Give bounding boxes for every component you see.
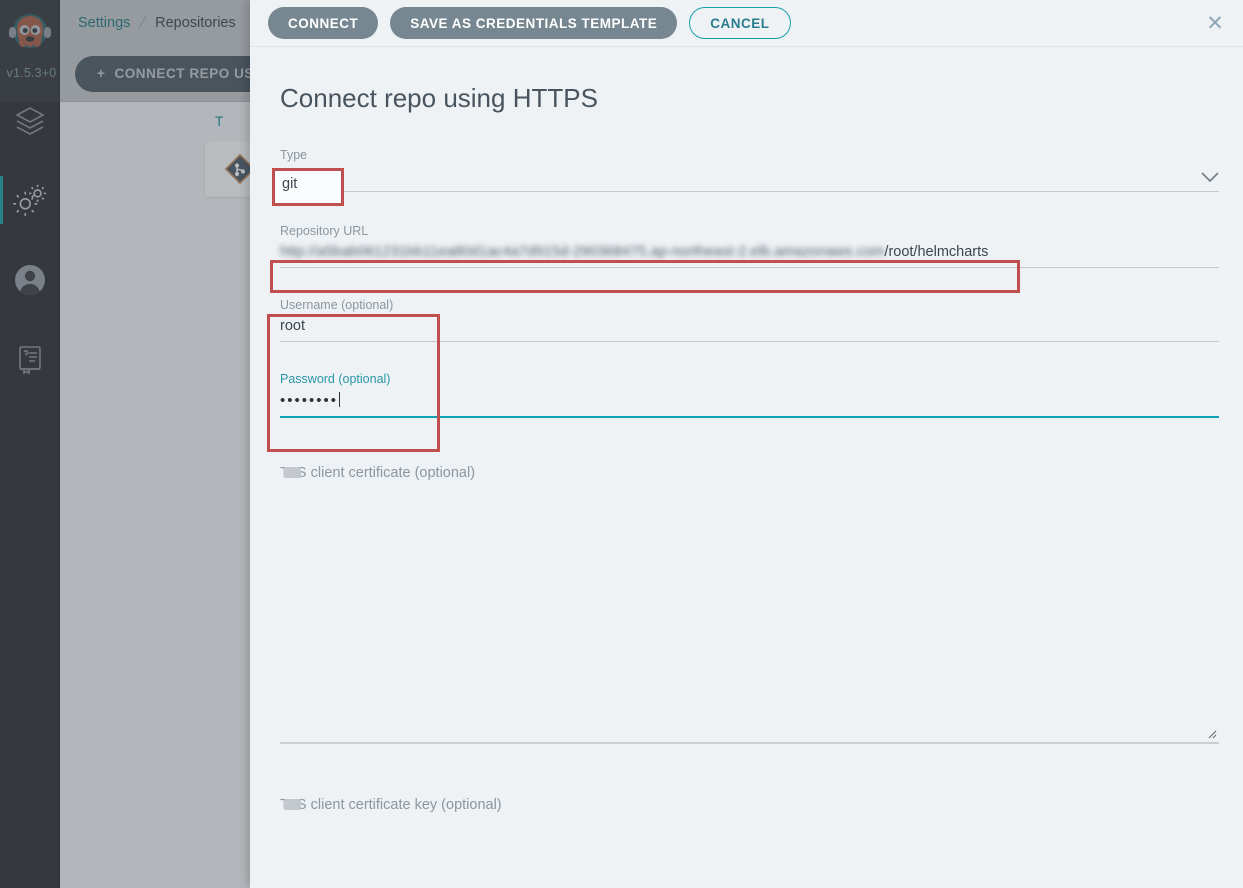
close-icon[interactable]: ✕ [1201, 9, 1229, 37]
username-input[interactable]: root [280, 318, 1219, 341]
save-as-credentials-template-button[interactable]: SAVE AS CREDENTIALS TEMPLATE [390, 7, 678, 39]
screen: v1.5.3+0 Settings / Repositories + CONNE… [0, 0, 1243, 888]
overlay-dim[interactable] [0, 0, 250, 888]
username-field-group: Username (optional) root [280, 298, 1219, 342]
password-input[interactable]: •••••••• [280, 392, 1219, 416]
tls-cert-key-field-label: TLS client certificate key (optional) [280, 797, 502, 813]
username-field-label: Username (optional) [280, 298, 394, 312]
redaction-smudge-icon-2 [284, 799, 301, 810]
connect-button[interactable]: CONNECT [268, 7, 379, 39]
password-field-label: Password (optional) [280, 372, 391, 386]
tls-cert-textarea[interactable] [280, 482, 1219, 744]
repo-url-redacted-part: http://a5bab061231bb11ea80d1ac4a7d915d-2… [280, 244, 885, 260]
password-field-underline [280, 416, 1219, 418]
type-field-label: Type [280, 148, 308, 162]
cancel-button[interactable]: CANCEL [689, 7, 791, 39]
connect-repo-panel: CONNECT SAVE AS CREDENTIALS TEMPLATE CAN… [250, 0, 1243, 888]
repo-url-field-group: Repository URL http://a5bab061231bb11ea8… [280, 224, 1219, 268]
textarea-resize-handle[interactable] [1205, 727, 1217, 739]
password-masked-value: •••••••• [280, 392, 339, 409]
username-field-underline [280, 341, 1219, 342]
panel-body: Connect repo using HTTPS Type git Reposi… [250, 47, 1243, 888]
chevron-down-icon [1201, 170, 1219, 191]
type-field-group: Type git [280, 148, 1219, 192]
page-title: Connect repo using HTTPS [280, 83, 598, 113]
text-caret [339, 392, 341, 407]
tls-cert-label-text: TLS client certificate (optional) [280, 465, 476, 481]
tls-cert-key-label-text: TLS client certificate key (optional) [280, 797, 502, 813]
repo-url-visible-part: /root/helmcharts [884, 244, 989, 260]
panel-header: CONNECT SAVE AS CREDENTIALS TEMPLATE CAN… [250, 0, 1243, 47]
type-field-underline [280, 191, 1219, 192]
tls-cert-key-field-group: TLS client certificate key (optional) [280, 796, 1219, 814]
type-select-value: git [280, 168, 296, 184]
type-select[interactable]: git [280, 168, 1219, 191]
password-field-group: Password (optional) •••••••• [280, 372, 1219, 418]
repo-url-input[interactable]: http://a5bab061231bb11ea80d1ac4a7d915d-2… [280, 244, 1219, 267]
tls-cert-field-group: TLS client certificate (optional) [280, 464, 1219, 744]
redaction-smudge-icon [284, 467, 301, 478]
repo-url-field-label: Repository URL [280, 224, 369, 238]
tls-cert-field-label: TLS client certificate (optional) [280, 465, 475, 481]
repo-url-field-underline [280, 267, 1219, 268]
